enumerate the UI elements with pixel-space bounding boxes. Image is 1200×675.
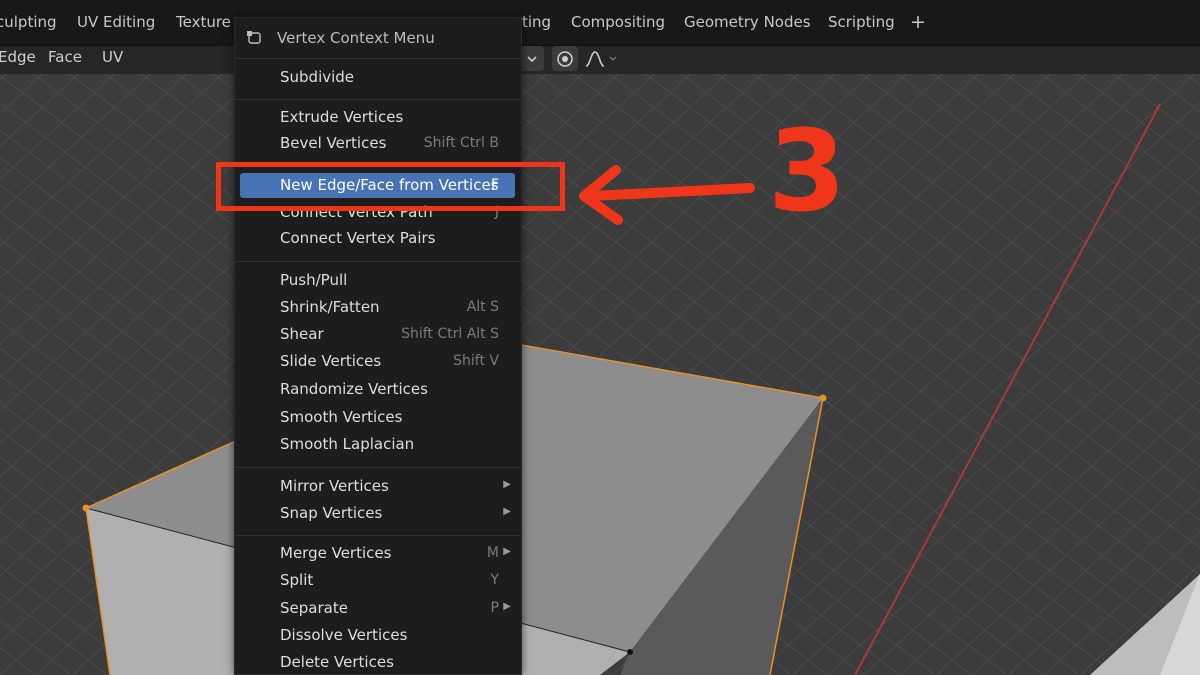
menu-item-label: Subdivide: [280, 68, 355, 86]
grid-line: [1007, 498, 1200, 675]
menu-item-shear[interactable]: Shear Shift Ctrl Alt S: [235, 322, 521, 347]
menu-item-label: Smooth Vertices: [280, 408, 403, 426]
falloff-dropdown[interactable]: [582, 46, 622, 71]
menu-item-label: Randomize Vertices: [280, 380, 428, 398]
shortcut-hint: Alt S: [466, 299, 499, 315]
shortcut-hint: Shift V: [453, 353, 499, 369]
menu-item-label: Separate: [280, 599, 348, 617]
annotation-highlight-box: [216, 162, 565, 211]
shortcut-hint: P: [490, 600, 499, 616]
menu-item-label: Merge Vertices: [280, 544, 392, 562]
edge-menu[interactable]: Edge: [0, 48, 36, 66]
menu-item-label: Split: [280, 571, 314, 589]
step-number-label: 3: [768, 107, 846, 237]
menu-item-randomize-vertices[interactable]: Randomize Vertices: [235, 377, 521, 402]
menu-item-smooth-vertices[interactable]: Smooth Vertices: [235, 405, 521, 430]
menu-item-label: Push/Pull: [280, 271, 348, 289]
menu-item-extrude-vertices[interactable]: Extrude Vertices: [235, 105, 521, 130]
tab-shading[interactable]: ting: [522, 13, 551, 31]
proportional-editing-icon: [557, 50, 573, 67]
menu-item-label: Shrink/Fatten: [280, 298, 380, 316]
tab-geometry-nodes[interactable]: Geometry Nodes: [684, 13, 811, 31]
menu-item-label: Dissolve Vertices: [280, 626, 408, 644]
menu-divider: [235, 535, 521, 536]
annotation-arrow-icon: [579, 165, 755, 225]
menu-item-split[interactable]: Split Y: [235, 568, 521, 593]
menu-item-label: Delete Vertices: [280, 653, 394, 671]
context-menu-icon: [247, 31, 261, 44]
tab-scripting[interactable]: Scripting: [828, 13, 895, 31]
submenu-arrow-icon: ▶: [503, 479, 511, 490]
vertex-context-menu: Vertex Context Menu Subdivide Extrude Ve…: [234, 17, 522, 675]
shortcut-hint: M: [486, 545, 499, 561]
menu-item-shrink-fatten[interactable]: Shrink/Fatten Alt S: [235, 295, 521, 320]
menu-item-push-pull[interactable]: Push/Pull: [235, 268, 521, 293]
menu-item-snap-vertices[interactable]: Snap Vertices ▶: [235, 501, 521, 526]
menu-item-label: Mirror Vertices: [280, 477, 389, 495]
add-workspace-button[interactable]: +: [910, 11, 926, 33]
grid-line: [932, 74, 1200, 277]
tab-texture-paint[interactable]: Texture: [176, 13, 231, 31]
viewport-header: Edge Face UV: [0, 46, 1200, 74]
menu-item-label: Smooth Laplacian: [280, 435, 415, 453]
selected-vertex[interactable]: [82, 504, 90, 512]
menu-divider: [235, 467, 521, 468]
menu-divider: [235, 261, 521, 262]
shortcut-hint: Shift Ctrl B: [423, 135, 499, 151]
tab-compositing[interactable]: Compositing: [571, 13, 665, 31]
proportional-editing-toggle[interactable]: [552, 46, 578, 71]
menu-item-label: Extrude Vertices: [280, 108, 404, 126]
menu-divider: [235, 99, 521, 100]
menu-item-merge-vertices[interactable]: Merge Vertices M ▶: [235, 541, 521, 566]
menu-item-label: Shear: [280, 325, 324, 343]
menu-item-mirror-vertices[interactable]: Mirror Vertices ▶: [235, 474, 521, 499]
grid-line: [968, 74, 1200, 249]
menu-item-dissolve-vertices[interactable]: Dissolve Vertices: [235, 623, 521, 648]
menu-item-label: Connect Vertex Pairs: [280, 229, 436, 247]
menu-item-bevel-vertices[interactable]: Bevel Vertices Shift Ctrl B: [235, 131, 521, 156]
grid-line: [0, 74, 36, 675]
menu-item-smooth-laplacian[interactable]: Smooth Laplacian: [235, 432, 521, 457]
shortcut-hint: Shift Ctrl Alt S: [401, 326, 499, 342]
menu-item-delete-vertices[interactable]: Delete Vertices: [235, 650, 521, 674]
submenu-arrow-icon: ▶: [503, 546, 511, 557]
menu-item-slide-vertices[interactable]: Slide Vertices Shift V: [235, 349, 521, 374]
grid-line: [827, 332, 1200, 675]
grid-line: [1079, 564, 1200, 675]
menu-header: Vertex Context Menu: [235, 18, 521, 58]
tab-sculpting[interactable]: culpting: [0, 13, 57, 31]
tab-uv-editing[interactable]: UV Editing: [77, 13, 155, 31]
menu-item-label: Slide Vertices: [280, 352, 382, 370]
workspace-tabs-bar: culpting UV Editing Texture ting Composi…: [0, 0, 1200, 46]
menu-item-label: Bevel Vertices: [280, 134, 387, 152]
submenu-arrow-icon: ▶: [503, 506, 511, 517]
grid-line: [0, 647, 37, 675]
shortcut-hint: Y: [490, 572, 499, 588]
menu-item-separate[interactable]: Separate P ▶: [235, 596, 521, 621]
menu-item-connect-vertex-pairs[interactable]: Connect Vertex Pairs: [235, 226, 521, 251]
menu-item-label: Snap Vertices: [280, 504, 383, 522]
falloff-curve-icon: [585, 50, 617, 67]
menu-title: Vertex Context Menu: [277, 29, 435, 47]
chevron-down-icon: [527, 55, 537, 62]
selected-vertex[interactable]: [819, 394, 827, 402]
uv-menu[interactable]: UV: [102, 48, 123, 66]
grid-line: [1112, 74, 1200, 140]
menu-divider: [235, 58, 521, 59]
submenu-arrow-icon: ▶: [503, 601, 511, 612]
vertex[interactable]: [627, 649, 633, 655]
snap-dropdown-button[interactable]: [520, 46, 544, 71]
grid-line: [1184, 74, 1200, 86]
face-menu[interactable]: Face: [48, 48, 82, 66]
menu-item-subdivide[interactable]: Subdivide: [235, 65, 521, 90]
grid-line: [863, 365, 1200, 675]
x-axis-line: [854, 103, 1161, 675]
